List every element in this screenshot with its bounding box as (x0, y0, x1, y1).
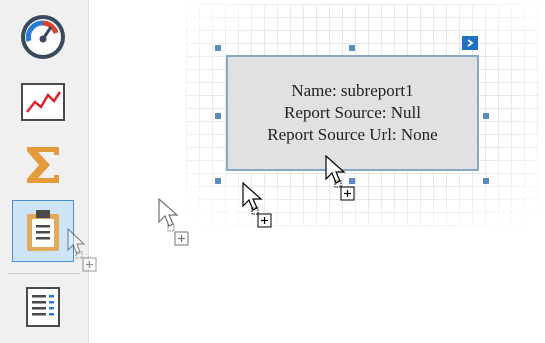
drag-copy-cursor-faded-icon (158, 198, 189, 246)
toolbox-panel (0, 0, 89, 343)
subreport-name-label: Name: subreport1 (291, 81, 414, 100)
selection-handle-top[interactable] (349, 45, 355, 51)
subreport-control[interactable]: Name: subreport1 Report Source: Null Rep… (226, 55, 479, 171)
smart-tag-button[interactable] (462, 36, 478, 50)
gauge-icon (21, 15, 65, 59)
sum-icon (27, 147, 59, 183)
table-of-contents-icon (26, 287, 60, 327)
selection-handle-bottom-right[interactable] (483, 178, 489, 184)
selection-handle-bottom-left[interactable] (215, 178, 221, 184)
chevron-right-icon (467, 39, 474, 47)
toolbox-item-cross-tab[interactable] (12, 134, 74, 196)
drag-copy-cursor-faint-icon (67, 228, 97, 272)
selection-handle-right[interactable] (483, 113, 489, 119)
toolbox-item-subreport[interactable] (12, 200, 74, 262)
subreport-source-label: Report Source: Null (284, 103, 421, 122)
selection-handle-top-left[interactable] (215, 45, 221, 51)
toolbox-item-table-of-contents[interactable] (12, 276, 74, 338)
sparkline-icon (21, 83, 65, 121)
selection-handle-left[interactable] (215, 113, 221, 119)
subreport-icon (27, 210, 59, 251)
subreport-source-url-label: Report Source Url: None (267, 125, 438, 144)
drag-copy-cursor-icon (325, 155, 355, 201)
toolbox-item-sparkline[interactable] (12, 71, 74, 133)
toolbox-item-gauge[interactable] (12, 6, 74, 68)
drag-copy-cursor-icon (242, 182, 272, 228)
